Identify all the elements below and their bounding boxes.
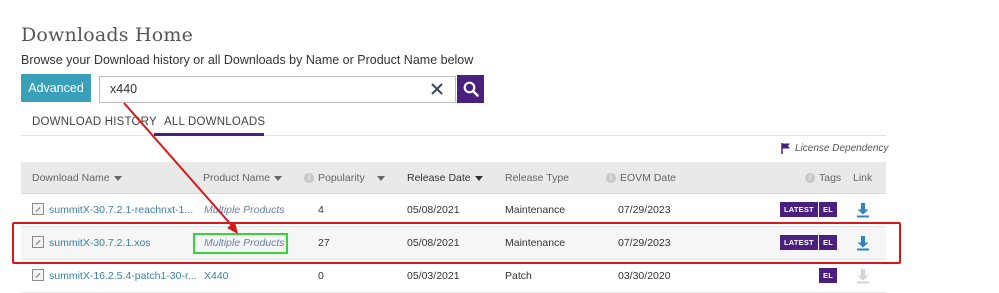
- popularity-value: 4: [318, 204, 324, 216]
- el-badge: EL: [819, 202, 837, 217]
- eovm-date-value: 07/29/2023: [618, 204, 671, 216]
- download-disabled-icon: [857, 269, 869, 284]
- tab-bar: DOWNLOAD HISTORY ALL DOWNLOADS: [21, 112, 886, 136]
- search-icon: [463, 81, 479, 97]
- info-icon: i: [606, 173, 616, 183]
- col-popularity[interactable]: i Popularity: [304, 172, 385, 184]
- advanced-button[interactable]: Advanced: [21, 74, 91, 102]
- sort-down-icon: [474, 175, 483, 181]
- external-file-icon: [32, 269, 44, 281]
- col-link: Link: [853, 172, 872, 184]
- col-eovm-date-label: EOVM Date: [620, 172, 677, 184]
- active-tab-indicator: [154, 133, 264, 136]
- info-icon: i: [805, 173, 815, 183]
- search-input[interactable]: x440: [99, 76, 456, 103]
- release-type-value: Maintenance: [505, 204, 566, 216]
- tab-all-downloads[interactable]: ALL DOWNLOADS: [164, 116, 265, 128]
- table-row: summitX-16.2.5.4-patch1-30-r... X440 0 0…: [21, 260, 886, 293]
- el-badge: EL: [819, 268, 837, 283]
- col-tags-label: Tags: [819, 172, 842, 184]
- license-dependency-label: License Dependency: [795, 143, 889, 154]
- popularity-value: 0: [318, 270, 324, 282]
- product-name-link[interactable]: Multiple Products: [204, 204, 285, 216]
- flag-icon: [781, 143, 790, 154]
- download-name-link[interactable]: summitX-30.7.2.1-reachnxt-1...: [49, 204, 193, 216]
- col-release-date-label: Release Date: [407, 172, 471, 184]
- download-name-link[interactable]: summitX-16.2.5.4-patch1-30-r...: [49, 270, 197, 282]
- table-header: Download Name Product Name i Popularity R…: [21, 162, 886, 194]
- col-download-name[interactable]: Download Name: [32, 172, 122, 184]
- page-subtitle: Browse your Download history or all Down…: [21, 53, 474, 67]
- eovm-date-value: 03/30/2020: [618, 270, 671, 282]
- license-dependency-legend: License Dependency: [781, 143, 888, 154]
- col-download-name-label: Download Name: [32, 172, 110, 184]
- release-date-value: 05/03/2021: [407, 270, 460, 282]
- col-eovm-date: i EOVM Date: [606, 172, 676, 184]
- col-tags: i Tags: [805, 172, 841, 184]
- col-release-date[interactable]: Release Date: [407, 172, 483, 184]
- col-product-name[interactable]: Product Name: [203, 172, 283, 184]
- sort-down-icon: [113, 175, 122, 181]
- page-title: Downloads Home: [21, 24, 194, 46]
- col-product-name-label: Product Name: [203, 172, 271, 184]
- highlight-row-box: [12, 222, 901, 264]
- col-release-type-label: Release Type: [505, 172, 570, 184]
- info-icon: i: [304, 173, 314, 183]
- highlight-product-box: [193, 233, 288, 254]
- search-button[interactable]: [457, 75, 484, 103]
- sort-down-icon: [274, 175, 283, 181]
- col-link-label: Link: [853, 172, 873, 184]
- sort-down-icon: [376, 175, 385, 181]
- product-name-link[interactable]: X440: [204, 270, 229, 282]
- release-date-value: 05/08/2021: [407, 204, 460, 216]
- col-popularity-label: Popularity: [318, 172, 365, 184]
- tab-download-history[interactable]: DOWNLOAD HISTORY: [32, 116, 157, 128]
- page-background: [903, 0, 999, 293]
- latest-badge: LATEST: [780, 202, 818, 217]
- col-release-type: Release Type: [505, 172, 569, 184]
- external-file-icon: [32, 203, 44, 215]
- search-value: x440: [110, 82, 138, 96]
- download-icon[interactable]: [856, 202, 870, 218]
- release-type-value: Patch: [505, 270, 532, 282]
- clear-icon[interactable]: [429, 81, 445, 97]
